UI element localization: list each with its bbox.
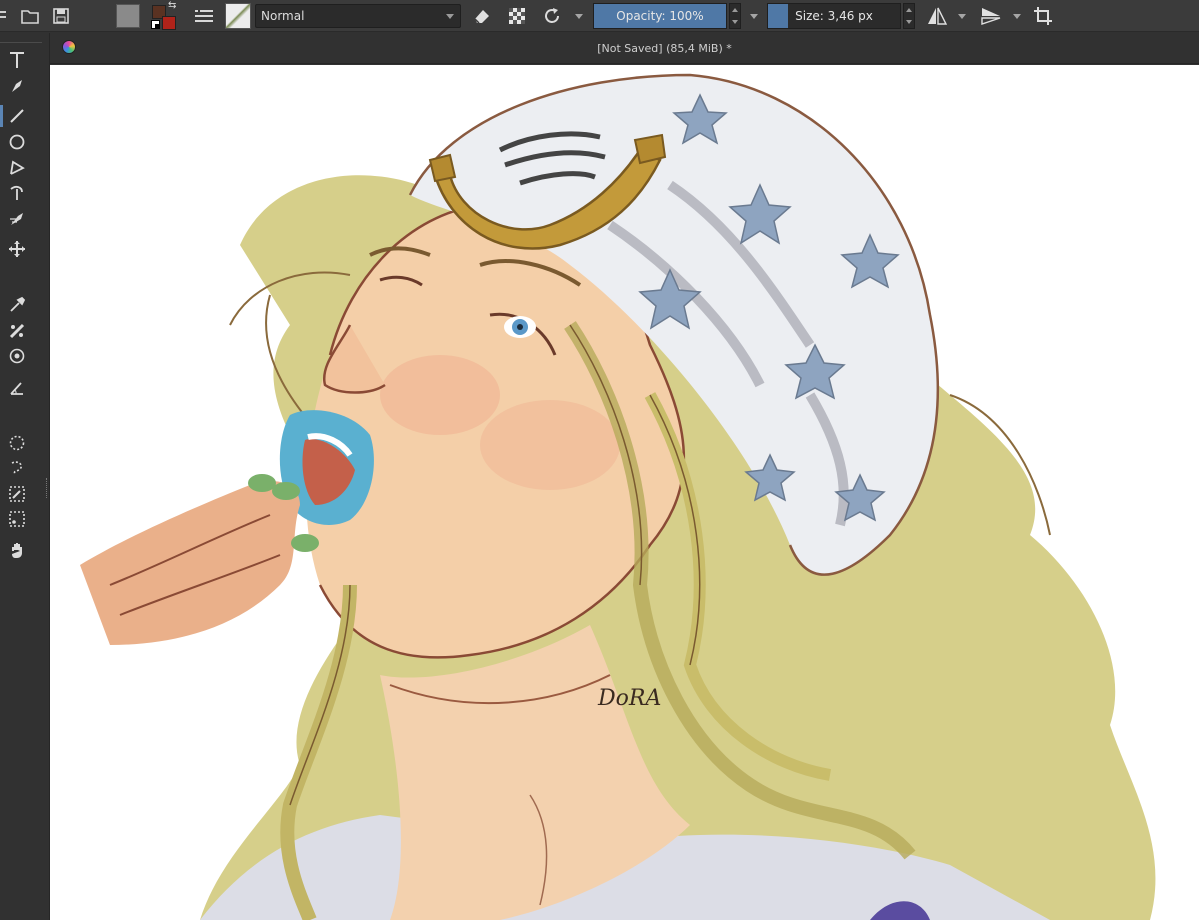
swap-colors-icon[interactable]: ⇆ bbox=[168, 0, 176, 11]
chevron-down-icon bbox=[446, 14, 454, 19]
foreground-background-colors[interactable]: ⇆ bbox=[150, 0, 180, 31]
smart-patch-tool[interactable] bbox=[6, 320, 28, 342]
bezier-select-tool[interactable] bbox=[6, 508, 28, 530]
toolbox-header bbox=[0, 33, 42, 43]
artist-signature: DoRA bbox=[597, 686, 661, 711]
blend-mode-select[interactable]: Normal bbox=[255, 4, 461, 28]
background-color[interactable] bbox=[162, 16, 176, 30]
color-picker-tool[interactable] bbox=[6, 294, 28, 316]
toolbox bbox=[0, 33, 50, 920]
mirror-horizontal-icon[interactable] bbox=[925, 4, 949, 28]
brush-preset-thumbnail[interactable] bbox=[225, 3, 251, 29]
text-tool[interactable] bbox=[6, 49, 28, 71]
size-label: Size: 3,46 px bbox=[795, 9, 873, 23]
document-title: [Not Saved] (85,4 MiB) * bbox=[597, 42, 732, 55]
active-tool-indicator bbox=[0, 105, 3, 127]
pan-tool[interactable] bbox=[6, 539, 28, 561]
elliptical-select-tool[interactable] bbox=[6, 432, 28, 454]
drawing-canvas[interactable]: DoRA bbox=[50, 65, 1199, 920]
opacity-slider[interactable]: Opacity: 100% bbox=[593, 3, 727, 29]
blend-mode-value: Normal bbox=[261, 9, 305, 23]
alpha-lock-icon[interactable] bbox=[505, 4, 529, 28]
document-tab-bar: [Not Saved] (85,4 MiB) * bbox=[50, 33, 1199, 64]
save-icon[interactable] bbox=[49, 4, 73, 28]
ellipse-tool[interactable] bbox=[6, 131, 28, 153]
measure-tool[interactable] bbox=[6, 377, 28, 399]
bezier-tool[interactable] bbox=[6, 182, 28, 204]
mirror-h-options-arrow-icon[interactable] bbox=[958, 14, 966, 19]
dynamic-brush-tool[interactable] bbox=[6, 208, 28, 230]
opacity-label: Opacity: 100% bbox=[616, 9, 704, 23]
polyline-tool[interactable] bbox=[6, 157, 28, 179]
size-slider[interactable]: Size: 3,46 px bbox=[767, 3, 901, 29]
opacity-spinner[interactable] bbox=[729, 3, 741, 29]
panel-splitter[interactable] bbox=[46, 478, 49, 498]
freehand-select-tool[interactable] bbox=[6, 457, 28, 479]
mirror-v-options-arrow-icon[interactable] bbox=[1013, 14, 1021, 19]
reset-colors-icon[interactable] bbox=[151, 20, 160, 29]
artwork: DoRA bbox=[80, 73, 1156, 920]
mirror-vertical-icon[interactable] bbox=[979, 4, 1003, 28]
calligraphy-tool[interactable] bbox=[6, 75, 28, 97]
eraser-icon[interactable] bbox=[470, 4, 494, 28]
crop-icon[interactable] bbox=[1031, 4, 1055, 28]
move-tool[interactable] bbox=[6, 238, 28, 260]
open-folder-icon[interactable] bbox=[18, 4, 42, 28]
opacity-options-arrow-icon[interactable] bbox=[750, 14, 758, 19]
size-spinner[interactable] bbox=[903, 3, 915, 29]
tool-options-bar: ⇆ Normal Opacity: 100% Size: 3,46 px bbox=[0, 0, 1199, 32]
pattern-swatch[interactable] bbox=[116, 4, 140, 28]
reload-preset-icon[interactable] bbox=[539, 4, 565, 28]
brush-settings-icon[interactable] bbox=[192, 4, 216, 28]
assistant-tool[interactable] bbox=[6, 345, 28, 367]
menu-icon[interactable] bbox=[0, 4, 10, 28]
similar-select-tool[interactable] bbox=[6, 483, 28, 505]
reload-options-arrow-icon[interactable] bbox=[575, 14, 583, 19]
line-tool[interactable] bbox=[6, 105, 28, 127]
